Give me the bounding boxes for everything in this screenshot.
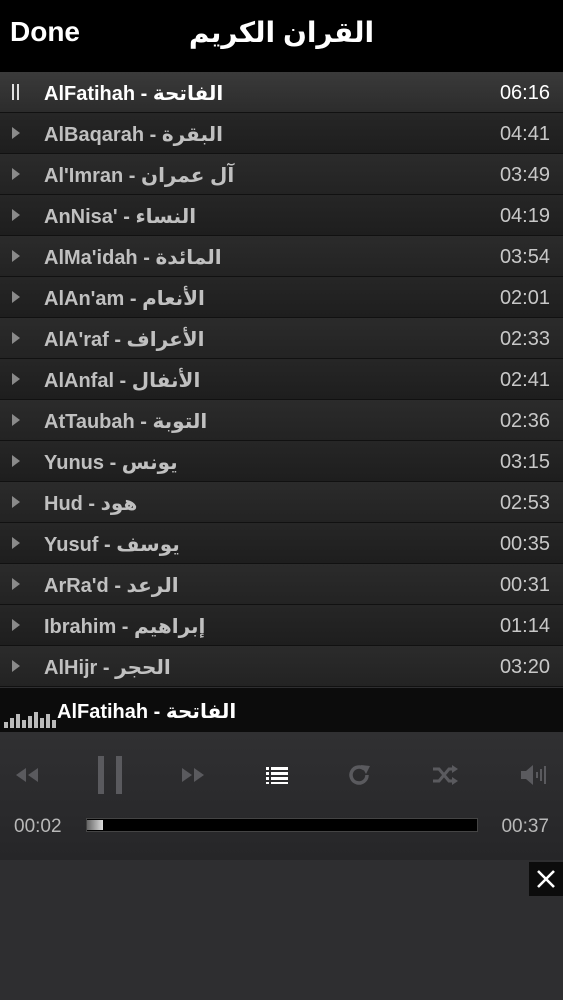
- track-title: AlMa'idah - المائدة: [44, 247, 222, 269]
- track-title: Al'Imran - آل عمران: [44, 165, 235, 187]
- elapsed-time: 00:02: [14, 816, 62, 837]
- now-playing-bar: AlFatihah - الفاتحة: [0, 688, 563, 732]
- track-title: AnNisa' - النساء: [44, 206, 197, 228]
- track-duration: 03:49: [499, 164, 550, 186]
- play-icon: [12, 535, 24, 551]
- track-duration: 03:20: [499, 656, 550, 678]
- playlist-row[interactable]: Hud - هود 02:53: [0, 482, 563, 523]
- playlist-row[interactable]: AlBaqarah - البقرة 04:41: [0, 113, 563, 154]
- track-title: Ibrahim - إبراهيم: [44, 616, 206, 638]
- playlist-row[interactable]: AtTaubah - التوبة 02:36: [0, 400, 563, 441]
- play-icon: [12, 658, 24, 674]
- track-duration: 04:19: [499, 205, 550, 227]
- playlist-row[interactable]: Ibrahim - إبراهيم 01:14: [0, 605, 563, 646]
- track-title: Yusuf - يوسف: [44, 534, 180, 556]
- track-title: ArRa'd - الرعد: [44, 575, 179, 597]
- track-title: AlAnfal - الأنفال: [44, 370, 201, 392]
- track-duration: 00:35: [499, 533, 550, 555]
- track-duration: 00:31: [499, 574, 550, 596]
- volume-icon[interactable]: [518, 760, 548, 790]
- playlist: AlFatihah - الفاتحة 06:16 AlBaqarah - ال…: [0, 72, 563, 687]
- equalizer-icon: [4, 702, 56, 728]
- playlist-row[interactable]: AlHijr - الحجر 03:20: [0, 646, 563, 687]
- play-icon: [12, 576, 24, 592]
- track-duration: 04:41: [499, 123, 550, 145]
- track-duration: 06:16: [499, 82, 550, 104]
- playlist-icon[interactable]: [262, 760, 292, 790]
- playlist-row[interactable]: AlA'raf - الأعراف 02:33: [0, 318, 563, 359]
- progress-slider[interactable]: [86, 818, 478, 832]
- now-playing-title: AlFatihah - الفاتحة: [57, 701, 237, 723]
- close-button[interactable]: [529, 862, 563, 896]
- playlist-row[interactable]: AlAnfal - الأنفال 02:41: [0, 359, 563, 400]
- track-duration: 02:01: [499, 287, 550, 309]
- track-title: AlAn'am - الأنعام: [44, 288, 205, 310]
- playlist-row[interactable]: Yusuf - يوسف 00:35: [0, 523, 563, 564]
- track-title: AlFatihah - الفاتحة: [44, 83, 224, 105]
- track-duration: 02:33: [499, 328, 550, 350]
- total-time: 00:37: [501, 816, 549, 837]
- play-icon: [12, 125, 24, 141]
- shuffle-icon[interactable]: [430, 760, 460, 790]
- track-title: AlA'raf - الأعراف: [44, 329, 205, 351]
- play-icon: [12, 494, 24, 510]
- track-duration: 02:36: [499, 410, 550, 432]
- playlist-row[interactable]: AnNisa' - النساء 04:19: [0, 195, 563, 236]
- track-title: Hud - هود: [44, 493, 138, 515]
- repeat-icon[interactable]: [344, 760, 374, 790]
- pause-icon[interactable]: [90, 752, 130, 798]
- play-icon: [12, 248, 24, 264]
- fast-forward-icon[interactable]: [178, 760, 208, 790]
- play-icon: [12, 617, 24, 633]
- track-title: Yunus - يونس: [44, 452, 178, 474]
- playlist-row[interactable]: ArRa'd - الرعد 00:31: [0, 564, 563, 605]
- close-icon: [537, 870, 555, 888]
- track-duration: 03:54: [499, 246, 550, 268]
- header-bar: Done القران الكريم: [0, 0, 563, 72]
- track-duration: 03:15: [499, 451, 550, 473]
- playlist-row[interactable]: Al'Imran - آل عمران 03:49: [0, 154, 563, 195]
- play-icon: [12, 453, 24, 469]
- progress-fill: [87, 820, 103, 830]
- play-icon: [12, 412, 24, 428]
- track-title: AtTaubah - التوبة: [44, 411, 208, 433]
- page-title: القران الكريم: [188, 17, 375, 48]
- play-icon: [12, 371, 24, 387]
- playlist-row[interactable]: AlMa'idah - المائدة 03:54: [0, 236, 563, 277]
- play-icon: [12, 289, 24, 305]
- track-title: AlBaqarah - البقرة: [44, 124, 223, 146]
- rewind-icon[interactable]: [12, 760, 42, 790]
- play-icon: [12, 330, 24, 346]
- playlist-row[interactable]: Yunus - يونس 03:15: [0, 441, 563, 482]
- playlist-row[interactable]: AlAn'am - الأنعام 02:01: [0, 277, 563, 318]
- play-icon: [12, 207, 24, 223]
- pause-icon: [12, 84, 24, 100]
- play-icon: [12, 166, 24, 182]
- track-title: AlHijr - الحجر: [44, 657, 171, 679]
- playlist-row[interactable]: AlFatihah - الفاتحة 06:16: [0, 72, 563, 113]
- track-duration: 02:53: [499, 492, 550, 514]
- player-controls: 00:02 00:37: [0, 732, 563, 860]
- track-duration: 01:14: [499, 615, 550, 637]
- track-duration: 02:41: [499, 369, 550, 391]
